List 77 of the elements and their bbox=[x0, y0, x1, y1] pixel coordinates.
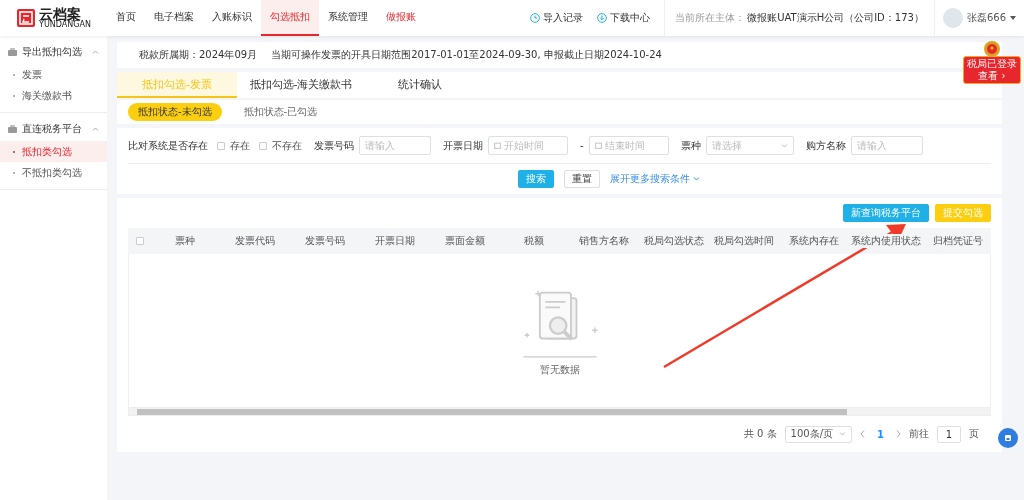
column-header: 系统内存在 bbox=[789, 234, 840, 248]
sidebar-item[interactable]: 抵扣类勾选 bbox=[0, 141, 107, 162]
nav-tab[interactable]: 电子档案 bbox=[145, 0, 203, 36]
entity-label: 当前所在主体： bbox=[675, 11, 746, 25]
column-header: 系统内使用状态 bbox=[851, 234, 922, 248]
clock-icon bbox=[530, 13, 541, 23]
select-all-checkbox[interactable] bbox=[136, 237, 144, 245]
sub-tab[interactable]: 抵扣状态-已勾选 bbox=[233, 103, 328, 121]
column-header: 税局勾选时间 bbox=[714, 234, 775, 248]
chevron-up-icon[interactable] bbox=[92, 127, 99, 131]
filter-label: 购方名称 bbox=[805, 138, 846, 153]
caret-icon[interactable] bbox=[1010, 16, 1016, 20]
floating-action-button[interactable] bbox=[998, 428, 1018, 448]
goto-suffix: 页 bbox=[969, 427, 979, 441]
tax-login-badge[interactable]: 税局已登录 查看 › bbox=[963, 56, 1021, 84]
column-header: 税额 bbox=[524, 234, 545, 248]
calendar-icon bbox=[594, 142, 602, 149]
column-header: 票面金额 bbox=[444, 234, 485, 248]
checkbox[interactable] bbox=[217, 141, 225, 150]
column-header: 发票代码 bbox=[234, 234, 275, 248]
previous-page-icon[interactable] bbox=[860, 430, 866, 438]
nav-tab[interactable]: 勾选抵扣 bbox=[261, 0, 319, 36]
header-link[interactable]: 下载中心 bbox=[597, 11, 651, 25]
column-header: 票种 bbox=[174, 234, 195, 248]
download-icon bbox=[597, 13, 608, 23]
nav-tab[interactable]: 做报账 bbox=[377, 0, 425, 36]
entity-name: 微报账UAT演示H公司（公司ID：173） bbox=[747, 11, 924, 25]
empty-message: 暂无数据 bbox=[539, 362, 580, 377]
tab[interactable]: 统计确认 bbox=[365, 72, 475, 98]
chevron-down-icon[interactable] bbox=[839, 432, 847, 436]
filter-label: 开票日期 bbox=[443, 138, 483, 153]
save-icon bbox=[1004, 434, 1012, 442]
logo-icon bbox=[16, 8, 37, 28]
expand-filters-link[interactable]: 展开更多搜索条件 bbox=[610, 172, 700, 186]
checkbox[interactable] bbox=[259, 141, 267, 150]
chevron-down-icon[interactable] bbox=[780, 143, 788, 148]
page-size-select[interactable]: 100条/页 bbox=[784, 425, 853, 443]
sidebar-item[interactable]: 海关缴款书 bbox=[0, 85, 107, 106]
filter-label: 票种 bbox=[680, 138, 701, 153]
tax-period: 税款所属期：2024年09月 bbox=[139, 48, 258, 62]
column-header: 发票号码 bbox=[304, 234, 345, 248]
briefcase-icon bbox=[8, 125, 17, 133]
header-link[interactable]: 导入记录 bbox=[530, 11, 584, 25]
sidebar-group-title[interactable]: 直连税务平台 bbox=[22, 122, 87, 136]
nav-tab[interactable]: 系统管理 bbox=[319, 0, 377, 36]
horizontal-scrollbar[interactable] bbox=[128, 407, 991, 416]
column-header: 归档凭证号 bbox=[933, 234, 984, 248]
chevron-down-icon[interactable] bbox=[693, 177, 700, 181]
filter-label: 发票号码 bbox=[314, 138, 354, 153]
nav-tab[interactable]: 首页 bbox=[107, 0, 145, 36]
reset-button[interactable]: 重置 bbox=[564, 170, 600, 188]
column-header: 销售方名称 bbox=[579, 234, 630, 248]
sidebar-item[interactable]: 不抵扣类勾选 bbox=[0, 162, 107, 183]
chevron-up-icon[interactable] bbox=[92, 50, 99, 54]
nav-tab[interactable]: 入账标识 bbox=[203, 0, 261, 36]
briefcase-icon bbox=[8, 48, 17, 56]
filter-label: 比对系统是否存在 bbox=[128, 138, 208, 153]
period-notice: 当期可操作发票的开具日期范围2017-01-01至2024-09-30, 申报截止日期2024-10-24 bbox=[271, 48, 662, 62]
next-page-icon[interactable] bbox=[896, 430, 901, 438]
sidebar-item[interactable]: 发票 bbox=[0, 64, 107, 85]
logo-subtitle: YUNDANGAN bbox=[39, 21, 91, 29]
filter-label: - bbox=[580, 140, 584, 151]
emblem-icon bbox=[983, 40, 1001, 58]
sidebar-group-title[interactable]: 导出抵扣勾选 bbox=[22, 45, 87, 59]
column-header: 开票日期 bbox=[374, 234, 415, 248]
column-header: 税局勾选状态 bbox=[644, 234, 705, 248]
logo-name: 云档案 bbox=[39, 7, 82, 21]
avatar[interactable] bbox=[942, 8, 963, 28]
goto-page-field[interactable]: 1 bbox=[937, 425, 961, 443]
total-count: 共 0 条 bbox=[743, 427, 777, 441]
checkbox-label[interactable]: 存在 bbox=[230, 138, 250, 153]
user-name[interactable]: 张磊666 bbox=[966, 11, 1006, 25]
tab[interactable]: 抵扣勾选-海关缴款书 bbox=[237, 72, 365, 98]
calendar-icon bbox=[494, 142, 501, 149]
checkbox-label[interactable]: 不存在 bbox=[272, 138, 302, 153]
sub-tab[interactable]: 抵扣状态-未勾选 bbox=[128, 103, 222, 121]
goto-label: 前往 bbox=[909, 427, 929, 441]
